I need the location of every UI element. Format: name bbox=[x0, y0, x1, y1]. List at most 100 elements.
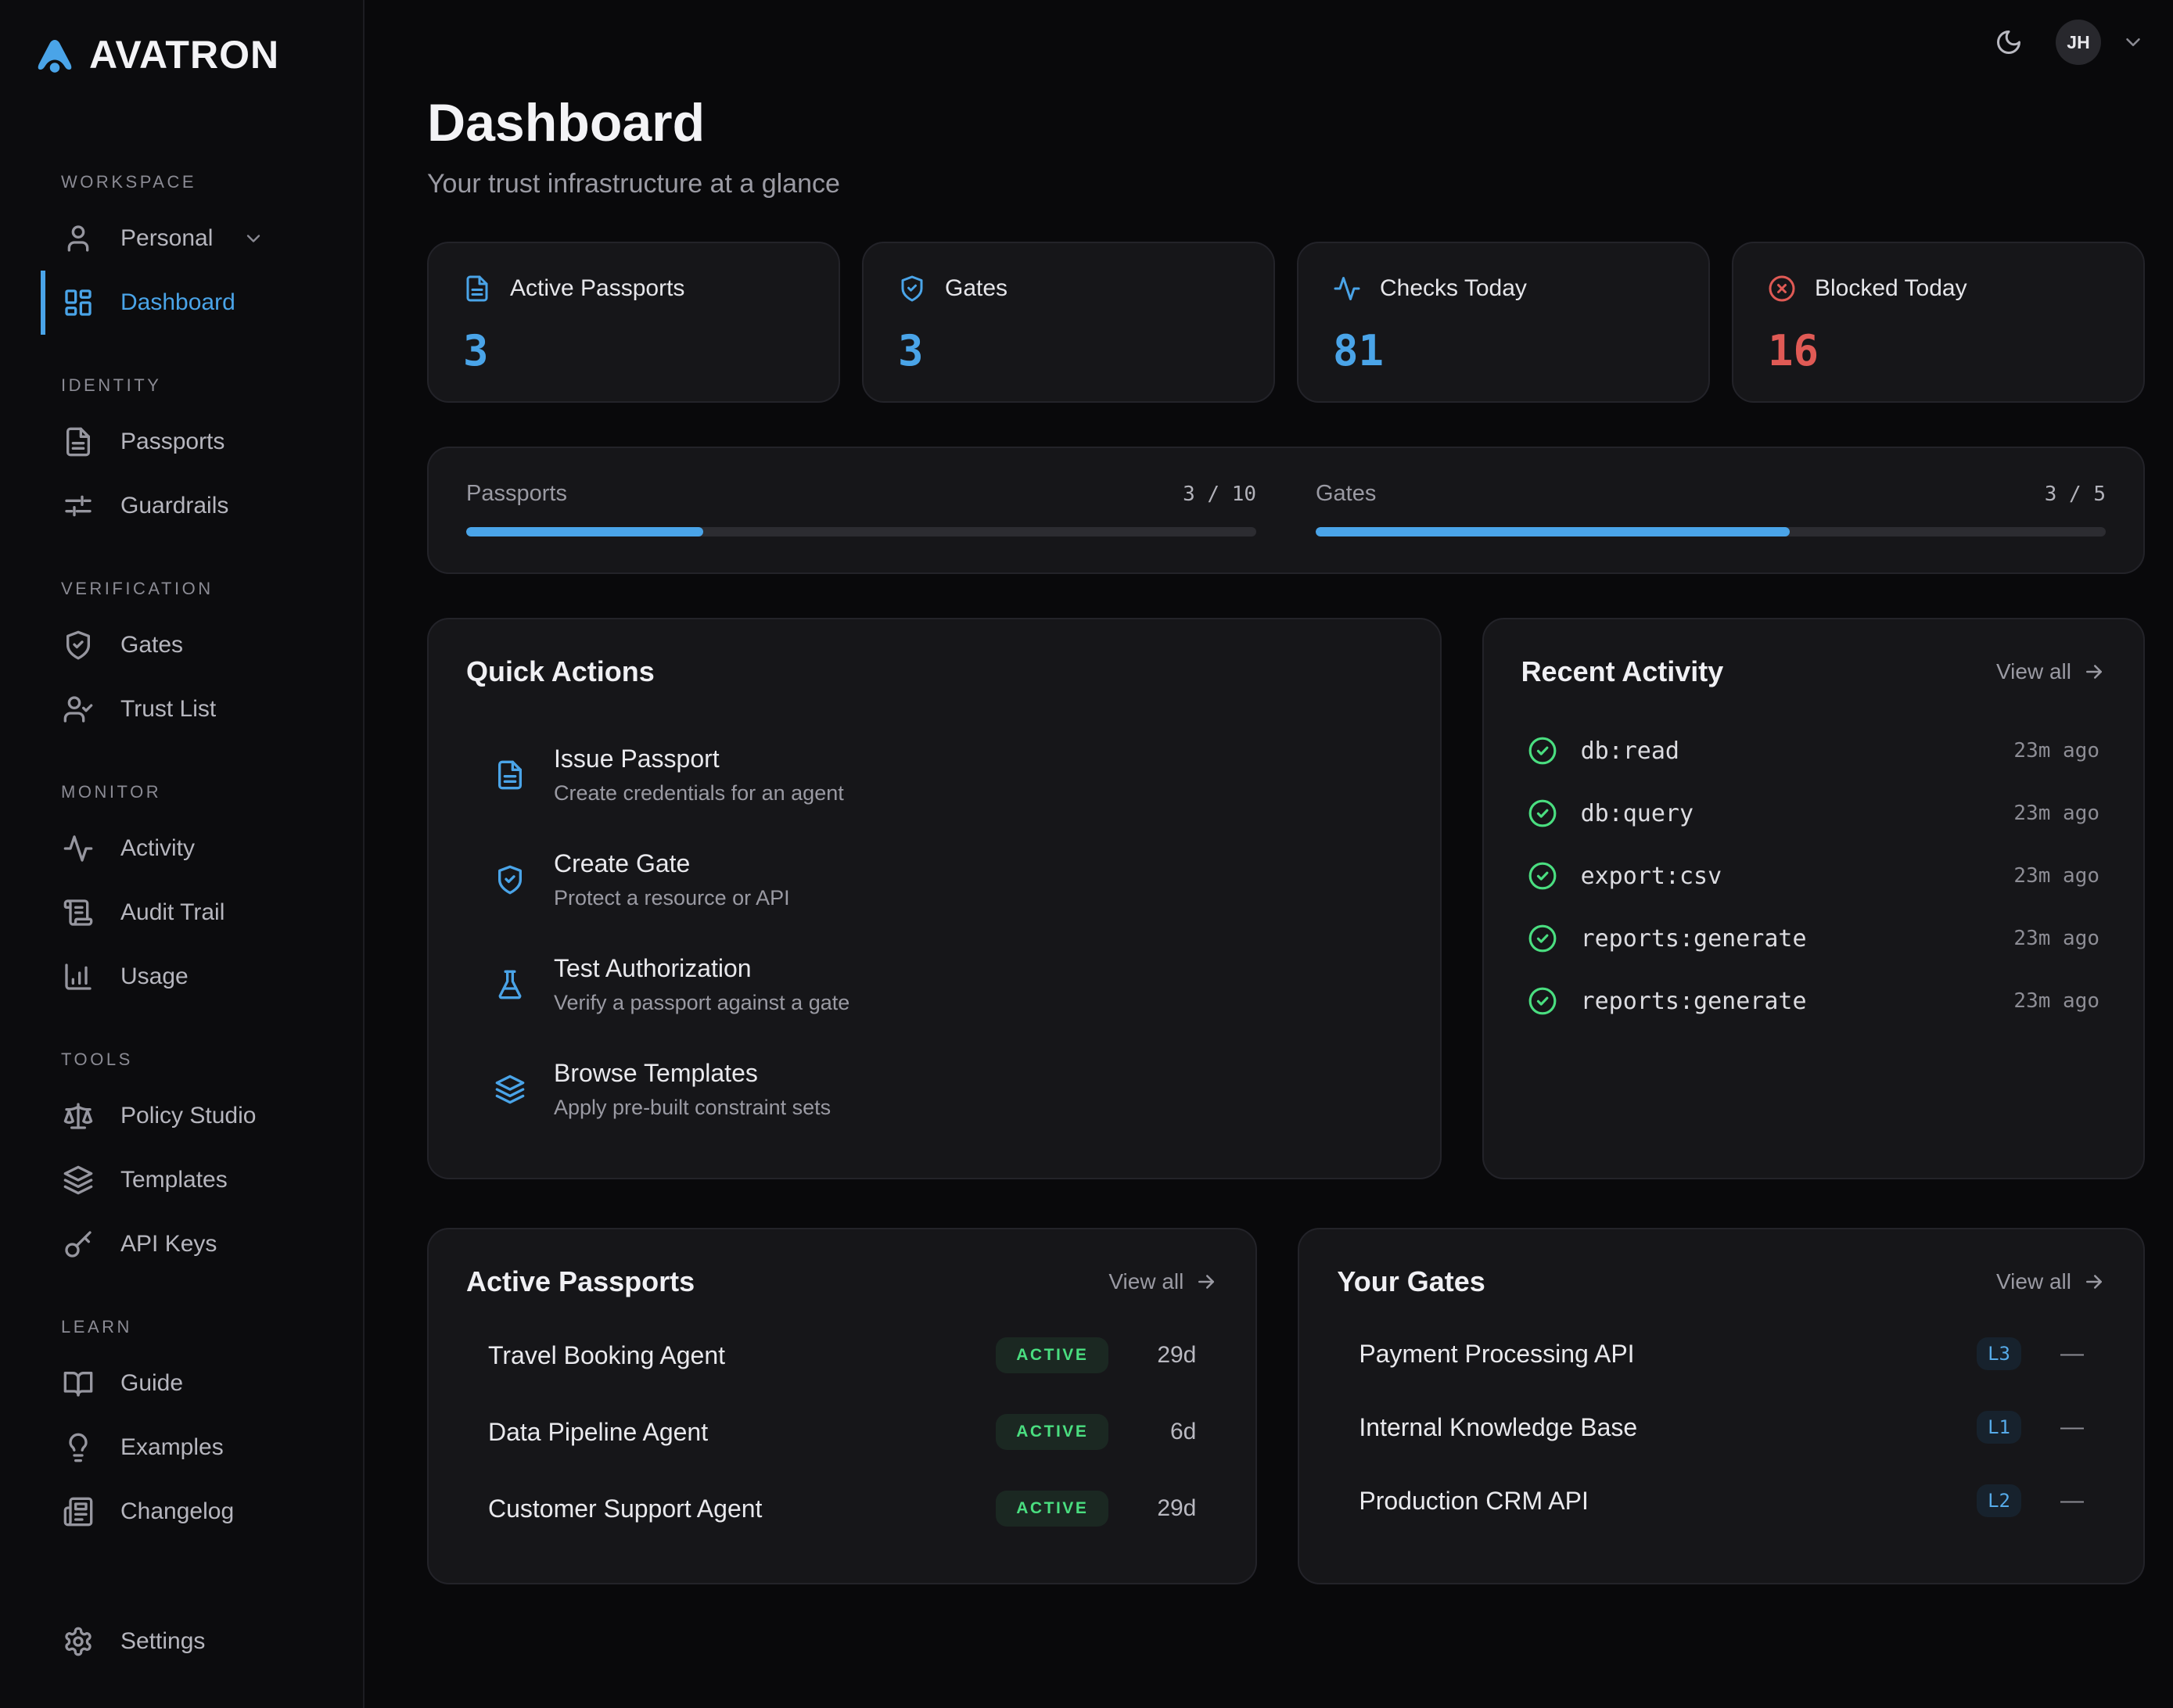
sidebar-item[interactable]: API Keys bbox=[41, 1212, 363, 1276]
sidebar-section: MONITOR Activity Audit Trail bbox=[0, 782, 363, 1009]
quick-action-item[interactable]: Browse Templates Apply pre-built constra… bbox=[466, 1037, 1403, 1142]
quick-action-title: Test Authorization bbox=[554, 954, 849, 983]
view-all-link[interactable]: View all bbox=[1108, 1269, 1218, 1294]
check-circle-icon bbox=[1528, 924, 1557, 953]
sidebar-section: TOOLS Policy Studio Templates bbox=[0, 1050, 363, 1276]
sidebar-item[interactable]: Policy Studio bbox=[41, 1084, 363, 1148]
sidebar-section: LEARN Guide Examples bbox=[0, 1317, 363, 1544]
sidebar-item-label: Examples bbox=[120, 1434, 224, 1461]
sidebar-item-label: Changelog bbox=[120, 1498, 234, 1525]
progress-bar bbox=[466, 527, 1256, 536]
layers-icon bbox=[63, 1164, 94, 1196]
scroll-icon bbox=[63, 897, 94, 928]
shield-check-icon bbox=[63, 630, 94, 661]
passport-name: Travel Booking Agent bbox=[488, 1341, 996, 1370]
sidebar-item-label: Policy Studio bbox=[120, 1103, 256, 1129]
sidebar-section-label: IDENTITY bbox=[61, 375, 363, 396]
user-check-icon bbox=[63, 694, 94, 725]
sidebar-section: WORKSPACE Personal Dashboard bbox=[0, 172, 363, 335]
recent-activity-panel: Recent Activity View all db:read 23m ago… bbox=[1482, 618, 2145, 1179]
gate-row[interactable]: Payment Processing API L3 — bbox=[1337, 1317, 2106, 1390]
sidebar-item[interactable]: Changelog bbox=[41, 1480, 363, 1544]
gate-metric: — bbox=[2021, 1414, 2084, 1441]
sidebar-section-label: MONITOR bbox=[61, 782, 363, 802]
activity-row: export:csv 23m ago bbox=[1521, 845, 2106, 907]
stat-label: Blocked Today bbox=[1815, 275, 1967, 302]
stat-card: Gates 3 bbox=[862, 242, 1275, 403]
sidebar-item-label: Guardrails bbox=[120, 493, 228, 519]
gate-name: Production CRM API bbox=[1359, 1487, 1977, 1516]
sidebar-item-label: Activity bbox=[120, 835, 195, 862]
theme-toggle-button[interactable] bbox=[1982, 16, 2035, 69]
sidebar-section-label: WORKSPACE bbox=[61, 172, 363, 192]
check-circle-icon bbox=[1528, 798, 1557, 828]
view-all-link[interactable]: View all bbox=[1996, 1269, 2106, 1294]
sidebar-item[interactable]: Personal bbox=[41, 206, 363, 271]
gate-row[interactable]: Production CRM API L2 — bbox=[1337, 1464, 2106, 1538]
quota: Gates 3 / 5 bbox=[1316, 481, 2106, 536]
progress-bar bbox=[1316, 527, 2106, 536]
stat-cards: Active Passports 3 Gates 3 Checks Today … bbox=[427, 242, 2145, 403]
passport-age: 29d bbox=[1108, 1495, 1196, 1522]
activity-time: 23m ago bbox=[2013, 989, 2099, 1013]
view-all-link[interactable]: View all bbox=[1996, 659, 2106, 684]
sidebar-item[interactable]: Guide bbox=[41, 1351, 363, 1416]
check-circle-icon bbox=[1528, 861, 1557, 891]
arrow-right-icon bbox=[2082, 660, 2106, 684]
sidebar-item[interactable]: Examples bbox=[41, 1416, 363, 1480]
sidebar-item[interactable]: Trust List bbox=[41, 677, 363, 741]
page-title: Dashboard bbox=[427, 92, 2145, 153]
sidebar-item[interactable]: Activity bbox=[41, 816, 363, 881]
sidebar-item[interactable]: Gates bbox=[41, 613, 363, 677]
stat-value: 3 bbox=[898, 326, 1239, 375]
quick-action-item[interactable]: Create Gate Protect a resource or API bbox=[466, 827, 1403, 932]
moon-icon bbox=[1995, 28, 2023, 56]
brand: AVATRON bbox=[0, 0, 363, 78]
sidebar-item[interactable]: Audit Trail bbox=[41, 881, 363, 945]
sidebar-section-label: VERIFICATION bbox=[61, 579, 363, 599]
level-badge: L3 bbox=[1977, 1337, 2021, 1370]
sidebar-section: IDENTITY Passports Guardrails bbox=[0, 375, 363, 538]
settings-icon bbox=[63, 1626, 94, 1657]
activity-time: 23m ago bbox=[2013, 864, 2099, 888]
quota-value: 3 / 10 bbox=[1183, 483, 1256, 506]
lightbulb-icon bbox=[63, 1432, 94, 1463]
file-text-icon bbox=[494, 759, 526, 791]
avatar[interactable]: JH bbox=[2056, 20, 2101, 65]
layout-dashboard-icon bbox=[63, 287, 94, 318]
chevron-down-icon[interactable] bbox=[2121, 30, 2145, 54]
file-text-icon bbox=[63, 426, 94, 458]
panel-title: Active Passports bbox=[466, 1265, 695, 1298]
sidebar-item[interactable]: Usage bbox=[41, 945, 363, 1009]
flask-icon bbox=[494, 969, 526, 1000]
sidebar-item[interactable]: Guardrails bbox=[41, 474, 363, 538]
activity-row: reports:generate 23m ago bbox=[1521, 970, 2106, 1032]
sidebar-item-label: Guide bbox=[120, 1370, 183, 1397]
sidebar-item-label: Usage bbox=[120, 963, 189, 990]
active-passports-panel: Active Passports View all Travel Booking… bbox=[427, 1228, 1257, 1584]
passport-row[interactable]: Travel Booking Agent ACTIVE 29d bbox=[466, 1317, 1218, 1394]
sidebar-item-label: Audit Trail bbox=[120, 899, 224, 926]
sidebar-item[interactable]: Templates bbox=[41, 1148, 363, 1212]
passport-row[interactable]: Data Pipeline Agent ACTIVE 6d bbox=[466, 1394, 1218, 1470]
sidebar-item[interactable]: Dashboard bbox=[41, 271, 363, 335]
gate-metric: — bbox=[2021, 1487, 2084, 1514]
sidebar-item[interactable]: Passports bbox=[41, 410, 363, 474]
panel-title: Your Gates bbox=[1337, 1265, 1485, 1298]
passport-row[interactable]: Customer Support Agent ACTIVE 29d bbox=[466, 1470, 1218, 1547]
key-icon bbox=[63, 1229, 94, 1260]
x-circle-icon bbox=[1768, 274, 1796, 303]
sidebar-item-settings[interactable]: Settings bbox=[41, 1609, 363, 1674]
arrow-right-icon bbox=[1194, 1270, 1218, 1294]
chevron-down-icon bbox=[242, 228, 264, 249]
quick-action-item[interactable]: Issue Passport Create credentials for an… bbox=[466, 723, 1403, 827]
panel-title: Recent Activity bbox=[1521, 655, 1724, 688]
quota: Passports 3 / 10 bbox=[466, 481, 1256, 536]
quick-action-item[interactable]: Test Authorization Verify a passport aga… bbox=[466, 932, 1403, 1037]
gate-row[interactable]: Internal Knowledge Base L1 — bbox=[1337, 1390, 2106, 1464]
quick-action-title: Issue Passport bbox=[554, 745, 844, 773]
activity-time: 23m ago bbox=[2013, 802, 2099, 825]
arrow-right-icon bbox=[2082, 1270, 2106, 1294]
passport-age: 29d bbox=[1108, 1342, 1196, 1369]
passport-name: Customer Support Agent bbox=[488, 1494, 996, 1523]
